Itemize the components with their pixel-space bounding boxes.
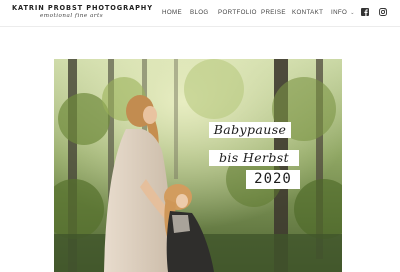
nav-item-kontakt[interactable]: KONTAKT	[292, 8, 323, 18]
nav-item-info-label: INFO	[331, 9, 348, 16]
facebook-icon[interactable]	[361, 8, 369, 16]
logo-title: KATRIN PROBST PHOTOGRAPHY	[12, 4, 153, 12]
instagram-icon[interactable]	[379, 8, 387, 16]
hero-text-line-1: Babypause	[209, 122, 291, 138]
header-divider	[0, 26, 400, 27]
logo-subtitle: emotional fine arts	[40, 13, 104, 19]
nav-item-preise[interactable]: PREISE	[261, 8, 286, 18]
chevron-down-icon: ⌄	[350, 10, 355, 16]
nav-item-info[interactable]: INFO ⌄	[331, 8, 355, 18]
nav-item-home[interactable]: HOME	[162, 8, 182, 18]
site-logo[interactable]: KATRIN PROBST PHOTOGRAPHY emotional fine…	[12, 4, 153, 20]
hero-image: Babypause bis Herbst 2020	[54, 59, 342, 272]
nav-item-blog[interactable]: BLOG	[190, 8, 209, 18]
hero-text-line-3: 2020	[246, 170, 300, 189]
site-header: KATRIN PROBST PHOTOGRAPHY emotional fine…	[0, 0, 400, 26]
hero-text-line-2: bis Herbst	[209, 150, 299, 166]
nav-item-portfolio[interactable]: PORTFOLIO	[218, 8, 257, 18]
